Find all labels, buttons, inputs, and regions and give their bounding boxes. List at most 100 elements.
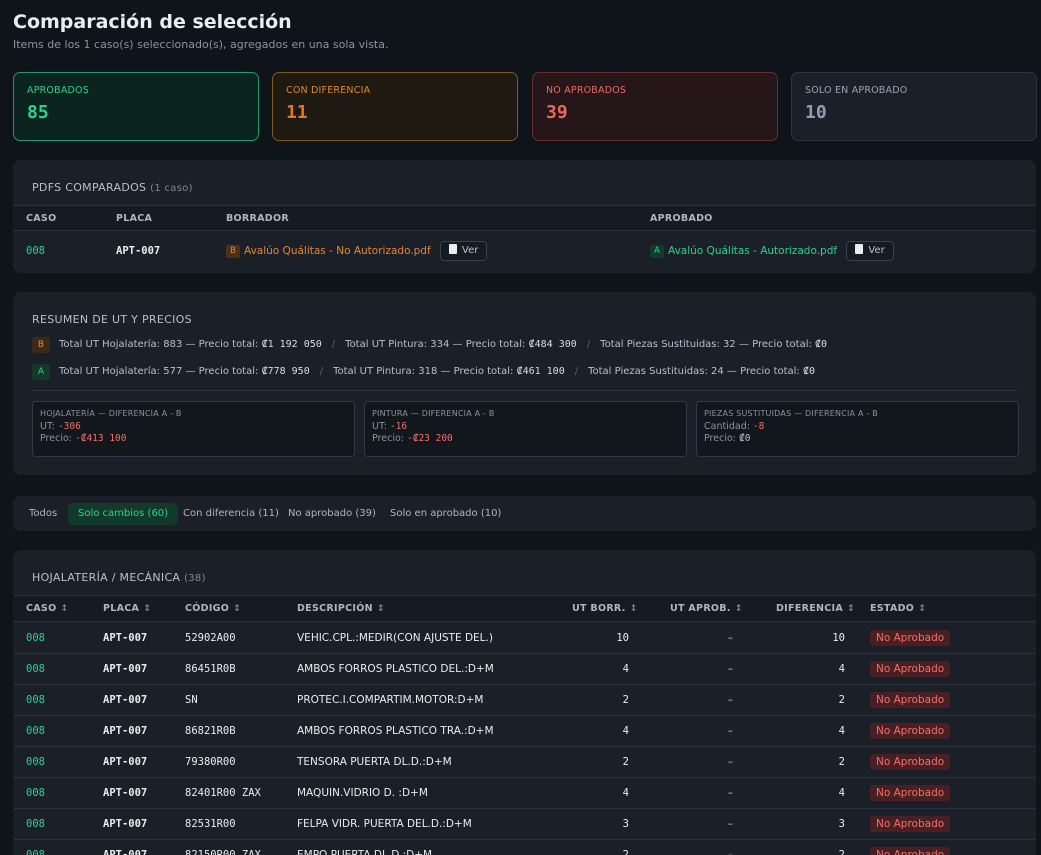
cell-ut-aprob: – (727, 787, 733, 799)
status-badge: No Aprobado (870, 847, 951, 855)
cell-caso: 008 (26, 663, 45, 675)
cell-placa: APT-007 (103, 818, 148, 830)
table-row[interactable]: 008 APT-007 52902A00 VEHIC.CPL.:MEDIR(CON A… (13, 623, 1036, 654)
cell-codigo: 52902A00 (185, 632, 236, 644)
col-label: DIFERENCIA (776, 603, 844, 614)
stat-label: APROBADOS (27, 85, 89, 96)
cell-ut-borr: 2 (622, 849, 629, 855)
cell-ut-borr: 3 (622, 818, 629, 830)
filter-no-aprobado[interactable]: No aprobado (39) (278, 503, 386, 525)
sort-icon: ↕ (847, 604, 855, 614)
pdfs-panel: PDFS COMPARADOS (1 caso) CASO PLACA BORR… (13, 160, 1036, 273)
diff-row-ut: UT: -306 (40, 421, 347, 432)
col-borrador: BORRADOR (226, 213, 289, 224)
page-title: Comparación de selección (13, 11, 292, 33)
col-ut-borr[interactable]: UT BORR. ↕ (572, 603, 637, 614)
col-ut-aprob[interactable]: UT APROB. ↕ (670, 603, 743, 614)
col-label: UT APROB. (670, 603, 731, 614)
table-row[interactable]: 008 APT-007 82401R00 ZAX MAQUIN.VIDRIO D. :… (13, 778, 1036, 809)
summary-badge-a: A (32, 364, 50, 380)
col-estado[interactable]: ESTADO ↕ (870, 603, 926, 614)
table-row[interactable]: 008 APT-007 82150R00 ZAX EMPQ.PUERTA DL.D.:… (13, 840, 1036, 855)
pdfs-table-header: CASO PLACA BORRADOR APROBADO (13, 205, 1036, 231)
table-row[interactable]: 008 APT-007 86451R0B AMBOS FORROS PLASTICO … (13, 654, 1036, 685)
cell-descripcion: VEHIC.CPL.:MEDIR(CON AJUSTE DEL.) (297, 632, 493, 644)
diff-row-ut: UT: -16 (372, 421, 679, 432)
sum-pie-label: Total Piezas Sustituidas: 24 — Precio to… (588, 366, 803, 377)
col-descripcion[interactable]: DESCRIPCIÓN ↕ (297, 603, 385, 614)
cell-diferencia: 10 (832, 632, 845, 644)
status-badge: No Aprobado (870, 630, 951, 646)
filter-con-diferencia[interactable]: Con diferencia (11) (173, 503, 289, 525)
sum-pin-price: ₡461 100 (516, 366, 565, 377)
col-label: ESTADO (870, 603, 915, 614)
filter-todos[interactable]: Todos (19, 503, 67, 525)
col-diferencia[interactable]: DIFERENCIA ↕ (776, 603, 855, 614)
cell-placa: APT-007 (103, 725, 148, 737)
cell-placa: APT-007 (103, 663, 148, 675)
aprobado-file-link[interactable]: Avalúo Quálitas - Autorizado.pdf (668, 245, 837, 257)
diff-label: Precio: (372, 433, 407, 444)
diff-value: -16 (389, 421, 408, 432)
sum-pie-label: Total Piezas Sustituidas: 32 — Precio to… (600, 339, 816, 350)
stat-value: 11 (286, 102, 308, 123)
filter-solo-en-aprobado[interactable]: Solo en aprobado (10) (380, 503, 511, 525)
table-row[interactable]: 008 APT-007 86821R0B AMBOS FORROS PLASTICO … (13, 716, 1036, 747)
summary-badge-b: B (32, 337, 50, 353)
col-caso[interactable]: CASO ↕ (26, 603, 68, 614)
stat-label: SOLO EN APROBADO (805, 85, 908, 96)
table-count: (38) (184, 573, 206, 584)
ver-aprobado-button[interactable]: Ver (846, 241, 894, 261)
cell-caso: 008 (26, 756, 45, 768)
col-aprobado: APROBADO (650, 213, 713, 224)
ver-borrador-button[interactable]: Ver (440, 241, 488, 261)
stat-value: 39 (546, 102, 568, 123)
col-placa: PLACA (116, 213, 153, 224)
cell-placa: APT-007 (103, 787, 148, 799)
table-row[interactable]: 008 APT-007 79380R00 TENSORA PUERTA DL.D.:D… (13, 747, 1036, 778)
diff-box-hojalateria: HOJALATERÍA — DIFERENCIA A - B UT: -306 … (32, 401, 355, 457)
cell-codigo: 82150R00 ZAX (185, 849, 261, 855)
cell-diferencia: 2 (838, 694, 845, 706)
diff-value: ₡0 (739, 433, 751, 444)
cell-diferencia: 4 (838, 787, 845, 799)
separator: / (319, 366, 324, 377)
document-icon (449, 244, 458, 254)
cell-ut-aprob: – (727, 725, 733, 737)
diff-box-pintura: PINTURA — DIFERENCIA A - B UT: -16 Preci… (364, 401, 687, 457)
borrador-badge: B (226, 244, 240, 258)
cell-ut-borr: 4 (622, 787, 629, 799)
case-id: 008 (26, 245, 45, 257)
hojalateria-panel: HOJALATERÍA / MECÁNICA (38) CASO ↕ PLACA ↕… (13, 550, 1036, 855)
sort-icon: ↕ (233, 604, 241, 614)
cell-codigo: 82401R00 ZAX (185, 787, 261, 799)
table-row[interactable]: 008 APT-007 SN PROTEC.I.COMPARTIM.MOTOR:D+M… (13, 685, 1036, 716)
sort-icon: ↕ (734, 604, 743, 614)
status-badge: No Aprobado (870, 661, 951, 677)
diff-value: -₡413 100 (75, 433, 127, 444)
diff-row-precio: Precio: -₡23 200 (372, 433, 679, 444)
cell-ut-borr: 2 (622, 694, 629, 706)
col-codigo[interactable]: CÓDIGO ↕ (185, 603, 241, 614)
ver-label: Ver (462, 245, 479, 256)
summary-divider (32, 390, 1017, 391)
cell-caso: 008 (26, 694, 45, 706)
sort-icon: ↕ (376, 604, 385, 614)
status-badge: No Aprobado (870, 692, 951, 708)
cell-ut-borr: 2 (622, 756, 629, 768)
summary-title: RESUMEN DE UT Y PRECIOS (32, 313, 192, 326)
status-badge: No Aprobado (870, 723, 951, 739)
stat-label: NO APROBADOS (546, 85, 627, 96)
table-row[interactable]: 008 APT-007 82531R00 FELPA VIDR. PUERTA DEL… (13, 809, 1036, 840)
separator: / (586, 339, 591, 350)
sum-pin-label: Total UT Pintura: 318 — Precio total: (333, 366, 517, 377)
cell-placa: APT-007 (103, 849, 148, 855)
page-subtitle: Items de los 1 caso(s) seleccionado(s), … (13, 38, 389, 51)
filter-solo-cambios[interactable]: Solo cambios (60) (68, 503, 179, 525)
table-title-text: HOJALATERÍA / MECÁNICA (32, 571, 181, 584)
borrador-file-link[interactable]: Avalúo Quálitas - No Autorizado.pdf (244, 245, 431, 257)
diff-label: UT: (372, 421, 390, 432)
cell-descripcion: MAQUIN.VIDRIO D. :D+M (297, 787, 428, 799)
sort-icon: ↕ (143, 604, 152, 614)
col-placa[interactable]: PLACA ↕ (103, 603, 151, 614)
